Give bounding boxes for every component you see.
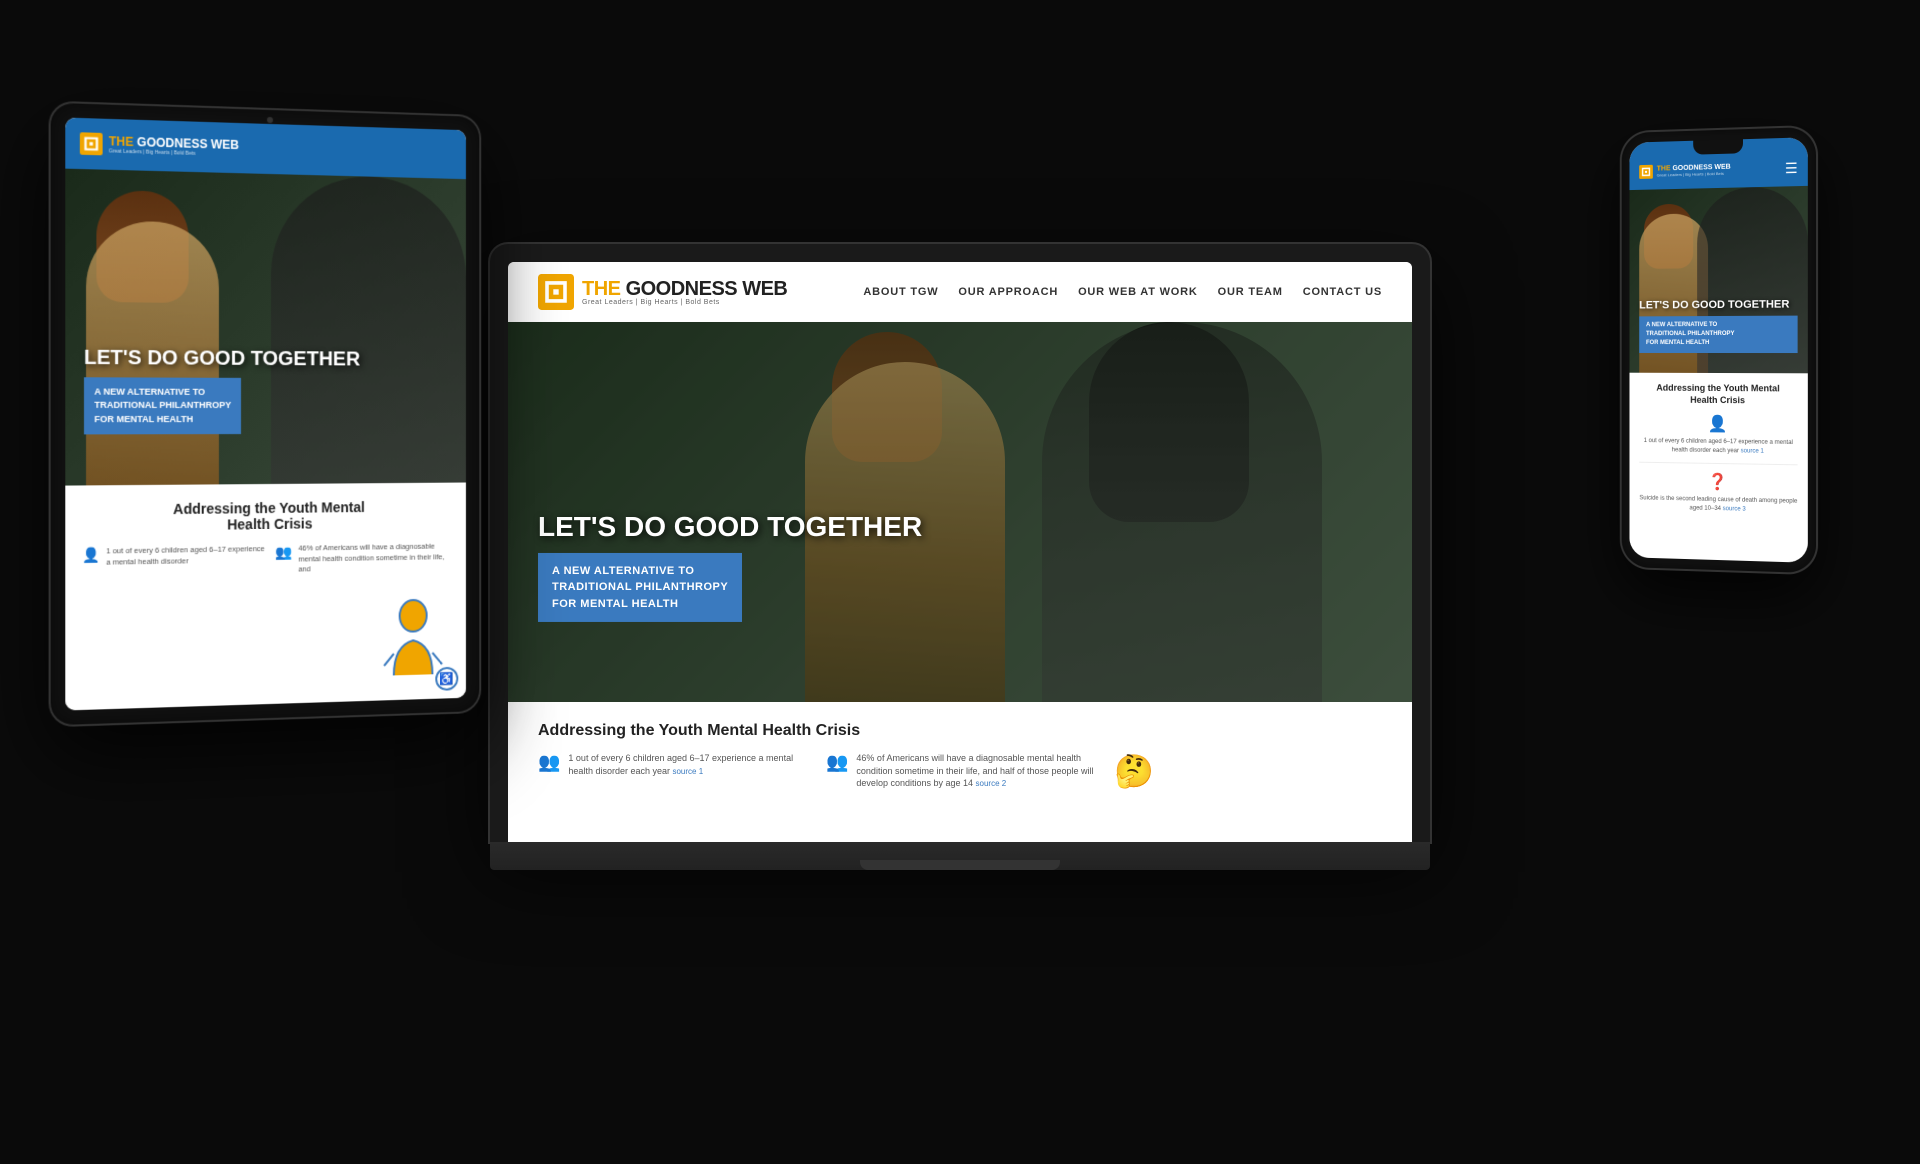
tablet-hero-headline: LET'S DO GOOD TOGETHER [84,346,449,370]
stat-item-1: 👥 1 out of every 6 children aged 6–17 ex… [538,752,806,790]
stats-row: 👥 1 out of every 6 children aged 6–17 ex… [538,752,1382,790]
phone-stat2-text: Suicide is the second leading cause of d… [1639,494,1797,514]
tablet-hero-text: LET'S DO GOOD TOGETHER A NEW ALTERNATIVE… [84,346,449,434]
tablet-stat2-text: 46% of Americans will have a diagnosable… [298,541,450,575]
stat2-text: 46% of Americans will have a diagnosable… [856,752,1094,790]
phone-tagline: Great Leaders | Big Hearts | Bold Bets [1657,171,1731,178]
hero-text-block: LET'S DO GOOD TOGETHER A NEW ALTERNATIVE… [538,512,922,622]
phone-hero: LET'S DO GOOD TOGETHER A NEW ALTERNATIVE… [1629,186,1807,373]
tablet-illus-svg [379,595,447,675]
laptop-hero: LET'S DO GOOD TOGETHER A NEW ALTERNATIVE… [508,322,1412,702]
stat1-text: 1 out of every 6 children aged 6–17 expe… [568,752,806,777]
section-title: Addressing the Youth Mental Health Crisi… [538,722,1382,740]
phone-subtext-3: FOR MENTAL HEALTH [1646,339,1790,348]
tablet-hero-subtext: A NEW ALTERNATIVE TO TRADITIONAL PHILANT… [84,377,241,435]
tablet-illustration [379,595,447,680]
laptop-nav: THE GOODNESS WEB Great Leaders | Big Hea… [508,262,1412,322]
nav-web-at-work[interactable]: OUR WEB AT WORK [1078,286,1198,298]
tablet-figure-right [271,174,466,484]
phone-divider [1639,462,1797,466]
tablet-stat1-text: 1 out of every 6 children aged 6–17 expe… [106,544,265,568]
tablet-stat2-icon: 👥 [275,544,292,561]
laptop-device: THE GOODNESS WEB Great Leaders | Big Hea… [490,244,1430,870]
scene: THE GOODNESS WEB Great Leaders | Big Hea… [0,0,1920,1164]
phone-hero-headline: LET'S DO GOOD TOGETHER [1639,298,1797,311]
phone-screen: THE GOODNESS WEB Great Leaders | Big Hea… [1629,137,1807,563]
tablet-section-title: Addressing the Youth MentalHealth Crisis [82,498,451,534]
stat1-source[interactable]: source 1 [672,767,703,776]
phone-device: THE GOODNESS WEB Great Leaders | Big Hea… [1622,127,1816,573]
tablet-content: Addressing the Youth MentalHealth Crisis… [65,483,466,711]
stat-item-3: 🤔 [1114,752,1382,790]
phone-stat2-source[interactable]: source 3 [1723,506,1746,513]
logo-icon [538,274,574,310]
phone-logo: THE GOODNESS WEB Great Leaders | Big Hea… [1639,163,1730,179]
tablet-site-name-highlight: THE [109,134,137,149]
site-tagline: Great Leaders | Big Hearts | Bold Bets [582,298,787,305]
hamburger-icon[interactable]: ☰ [1785,159,1798,177]
laptop-bezel: THE GOODNESS WEB Great Leaders | Big Hea… [490,244,1430,842]
tablet-hero-figures [65,169,466,486]
tablet-logo-text: THE GOODNESS WEB Great Leaders | Big Hea… [109,134,239,158]
hero-headline: LET'S DO GOOD TOGETHER [538,512,922,543]
laptop-base [490,842,1430,870]
phone-stat2-icon: ❓ [1639,471,1797,494]
tablet-logo-icon [80,132,103,155]
phone-hero-subtext: A NEW ALTERNATIVE TO TRADITIONAL PHILANT… [1639,316,1797,353]
accessibility-icon[interactable]: ♿ [435,667,458,691]
tablet-stat-2: 👥 46% of Americans will have a diagnosab… [275,541,451,575]
tablet-device: THE GOODNESS WEB Great Leaders | Big Hea… [51,103,480,726]
tablet-subtext-2: TRADITIONAL PHILANTHROPY [94,399,231,413]
phone-stat1-text: 1 out of every 6 children aged 6–17 expe… [1639,437,1797,456]
nav-contact[interactable]: CONTACT US [1303,286,1382,298]
nav-links: ABOUT TGW OUR APPROACH OUR WEB AT WORK O… [863,286,1382,298]
stat2-icon: 👥 [826,752,848,773]
tablet-bezel: THE GOODNESS WEB Great Leaders | Big Hea… [51,103,480,726]
stat2-source[interactable]: source 2 [976,779,1007,788]
tablet-hero: LET'S DO GOOD TOGETHER A NEW ALTERNATIVE… [65,169,466,486]
tablet-subtext-3: FOR MENTAL HEALTH [94,412,231,426]
logo-text: THE GOODNESS WEB Great Leaders | Big Hea… [582,278,787,305]
phone-logo-text: THE GOODNESS WEB Great Leaders | Big Hea… [1657,164,1731,178]
hero-subtext-line1: A NEW ALTERNATIVE TO [552,562,728,579]
tablet-stats: 👤 1 out of every 6 children aged 6–17 ex… [82,541,451,578]
hero-subtext-line2: TRADITIONAL PHILANTHROPY [552,579,728,596]
phone-stat1-icon: 👤 [1639,414,1797,436]
site-name: THE GOODNESS WEB [582,278,787,298]
phone-section-title: Addressing the Youth MentalHealth Crisis [1639,383,1797,407]
tablet-stat-1: 👤 1 out of every 6 children aged 6–17 ex… [82,544,265,579]
phone-logo-icon [1639,165,1653,179]
phone-bezel: THE GOODNESS WEB Great Leaders | Big Hea… [1622,127,1816,573]
stat1-icon: 👥 [538,752,560,773]
phone-content: Addressing the Youth MentalHealth Crisis… [1629,373,1807,563]
laptop-logo: THE GOODNESS WEB Great Leaders | Big Hea… [538,274,787,310]
nav-our-team[interactable]: OUR TEAM [1218,286,1283,298]
tablet-stat1-icon: 👤 [82,546,100,564]
laptop-screen: THE GOODNESS WEB Great Leaders | Big Hea… [508,262,1412,842]
laptop-content-section: Addressing the Youth Mental Health Crisi… [508,702,1412,842]
tablet-subtext-1: A NEW ALTERNATIVE TO [94,385,231,399]
hero-subtext-box: A NEW ALTERNATIVE TO TRADITIONAL PHILANT… [538,552,742,622]
nav-about[interactable]: ABOUT TGW [863,286,938,298]
stat-item-2: 👥 46% of Americans will have a diagnosab… [826,752,1094,790]
phone-notch [1693,139,1743,154]
tablet-logo: THE GOODNESS WEB Great Leaders | Big Hea… [80,132,239,159]
hero-subtext-line3: FOR MENTAL HEALTH [552,595,728,612]
tablet-camera [267,117,273,123]
nav-approach[interactable]: OUR APPROACH [958,286,1058,298]
tablet-screen: THE GOODNESS WEB Great Leaders | Big Hea… [65,118,466,711]
phone-subtext-2: TRADITIONAL PHILANTHROPY [1646,330,1790,339]
phone-subtext-1: A NEW ALTERNATIVE TO [1646,321,1790,331]
phone-stat1-source[interactable]: source 1 [1741,448,1764,454]
site-name-highlight: THE [582,277,626,299]
stat3-icon: 🤔 [1114,752,1154,790]
phone-hero-text: LET'S DO GOOD TOGETHER A NEW ALTERNATIVE… [1639,298,1797,353]
